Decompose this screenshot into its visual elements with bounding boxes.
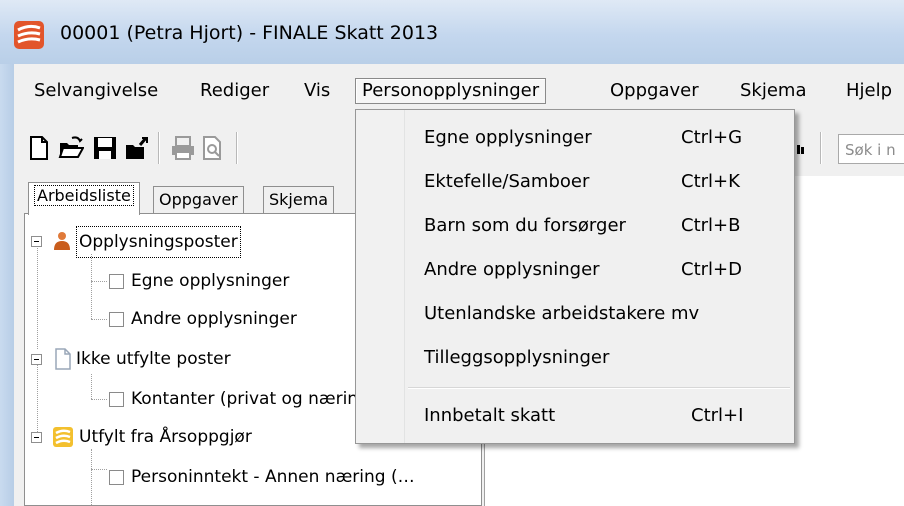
tree-label: Ikke utfylte poster xyxy=(76,349,231,369)
print-preview-icon[interactable] xyxy=(200,135,226,161)
window-frame-left xyxy=(0,64,14,506)
menu-item-barn-som-du-forsorger[interactable]: Barn som du forsørger Ctrl+B xyxy=(356,208,794,244)
menu-selvangivelse[interactable]: Selvangivelse xyxy=(28,79,164,103)
toolbar-tool-icon[interactable] xyxy=(796,135,808,161)
tree-label: Utfylt fra Årsoppgjør xyxy=(79,427,252,447)
print-icon[interactable] xyxy=(170,135,196,161)
finale-app-icon xyxy=(14,21,44,49)
menu-hjelp[interactable]: Hjelp xyxy=(840,79,898,103)
menu-item-label: Tilleggsopplysninger xyxy=(424,347,610,368)
menu-item-andre-opplysninger[interactable]: Andre opplysninger Ctrl+D xyxy=(356,252,794,288)
export-icon[interactable] xyxy=(124,135,150,161)
menu-item-shortcut: Ctrl+I xyxy=(691,405,744,426)
tree-node-naeringsinntekt[interactable]: Næringsinntekt - personlig næri xyxy=(25,498,481,505)
menu-item-shortcut: Ctrl+B xyxy=(681,215,741,236)
tab-label: Arbeidsliste xyxy=(34,185,134,206)
open-folder-icon[interactable] xyxy=(58,135,84,161)
personopplysninger-dropdown: Egne opplysninger Ctrl+G Ektefelle/Sambo… xyxy=(355,109,795,444)
new-document-icon[interactable] xyxy=(26,135,52,161)
tree-label: Egne opplysninger xyxy=(131,271,290,291)
window-title: 00001 (Petra Hjort) - FINALE Skatt 2013 xyxy=(60,22,439,44)
finale-folder-icon xyxy=(53,427,73,447)
menu-item-label: Ektefelle/Samboer xyxy=(424,171,590,192)
menu-item-ektefelle-samboer[interactable]: Ektefelle/Samboer Ctrl+K xyxy=(356,164,794,200)
menu-item-label: Barn som du forsørger xyxy=(424,215,626,236)
menu-personopplysninger[interactable]: Personopplysninger xyxy=(355,78,547,104)
menu-rediger[interactable]: Rediger xyxy=(194,79,275,103)
checkbox[interactable] xyxy=(109,312,124,327)
save-icon[interactable] xyxy=(92,135,118,161)
toolbar-separator xyxy=(820,132,822,164)
tree-label: Næringsinntekt - personlig næri xyxy=(131,498,403,505)
menu-item-shortcut: Ctrl+G xyxy=(681,127,743,148)
menu-item-egne-opplysninger[interactable]: Egne opplysninger Ctrl+G xyxy=(356,120,794,156)
menu-oppgaver[interactable]: Oppgaver xyxy=(604,79,705,103)
checkbox[interactable] xyxy=(109,470,124,485)
menu-item-utenlandske-arbeidstakere[interactable]: Utenlandske arbeidstakere mv xyxy=(356,296,794,332)
menu-item-shortcut: Ctrl+D xyxy=(681,259,742,280)
collapse-toggle[interactable] xyxy=(31,432,42,443)
menu-separator xyxy=(408,387,790,389)
menu-item-label: Andre opplysninger xyxy=(424,259,600,280)
search-input[interactable]: Søk i n xyxy=(838,134,904,164)
collapse-toggle[interactable] xyxy=(31,236,42,247)
menu-skjema[interactable]: Skjema xyxy=(734,79,813,103)
menu-item-label: Egne opplysninger xyxy=(424,127,592,148)
menu-bar: Selvangivelse Rediger Vis Personopplysni… xyxy=(14,64,904,109)
menu-vis[interactable]: Vis xyxy=(298,79,336,103)
collapse-toggle[interactable] xyxy=(31,354,42,365)
tab-skjema[interactable]: Skjema xyxy=(263,186,335,213)
tree-label: Kontanter (privat og næring) xyxy=(131,389,376,409)
document-icon xyxy=(55,348,71,370)
menu-item-shortcut: Ctrl+K xyxy=(681,171,740,192)
checkbox[interactable] xyxy=(109,392,124,407)
tree-label: Andre opplysninger xyxy=(131,309,297,329)
menu-item-label: Innbetalt skatt xyxy=(424,405,556,426)
checkbox[interactable] xyxy=(109,274,124,289)
menu-item-innbetalt-skatt[interactable]: Innbetalt skatt Ctrl+I xyxy=(356,398,794,434)
tab-arbeidsliste[interactable]: Arbeidsliste xyxy=(28,182,140,215)
menu-item-tilleggsopplysninger[interactable]: Tilleggsopplysninger xyxy=(356,340,794,376)
tree-node-personinntekt[interactable]: Personinntekt - Annen næring (… xyxy=(25,462,481,492)
title-bar[interactable]: 00001 (Petra Hjort) - FINALE Skatt 2013 xyxy=(0,0,904,64)
tree-label: Opplysningsposter xyxy=(76,226,241,258)
tree-label: Personinntekt - Annen næring (… xyxy=(131,467,415,487)
person-icon xyxy=(54,232,70,250)
toolbar-separator xyxy=(236,132,238,164)
tab-oppgaver[interactable]: Oppgaver xyxy=(153,186,244,213)
menu-item-label: Utenlandske arbeidstakere mv xyxy=(424,303,700,324)
toolbar-separator xyxy=(158,132,160,164)
